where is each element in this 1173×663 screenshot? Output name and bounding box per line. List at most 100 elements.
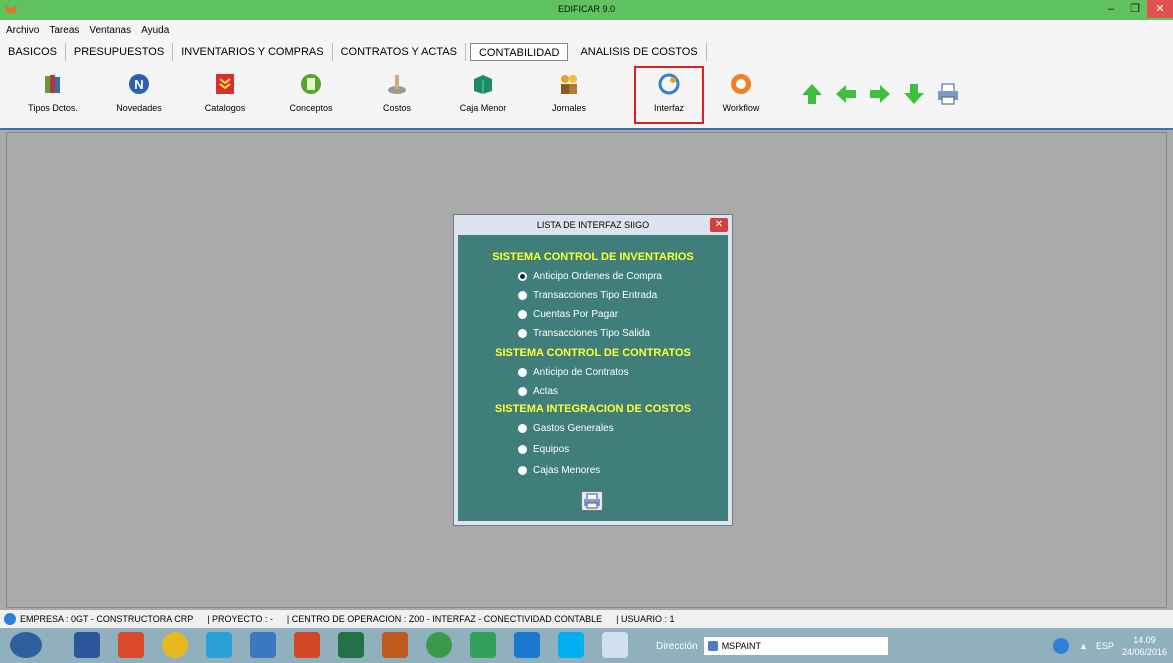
jornales-button[interactable]: Jornales	[534, 72, 604, 124]
arrow-right-icon[interactable]	[868, 82, 892, 106]
conceptos-label: Conceptos	[289, 103, 333, 113]
menu-ventanas[interactable]: Ventanas	[89, 25, 131, 36]
globe-icon	[4, 613, 16, 625]
language-indicator[interactable]: ESP	[1096, 641, 1114, 651]
radio-selected-icon	[518, 271, 527, 281]
workers-icon	[561, 75, 577, 94]
address-input[interactable]: MSPAINT	[703, 637, 888, 655]
workflow-button[interactable]: Workflow	[706, 72, 776, 124]
option-label: Cajas Menores	[533, 464, 601, 476]
caja-menor-button[interactable]: Caja Menor	[448, 72, 518, 124]
radio-icon	[518, 386, 527, 396]
interfaz-button[interactable]: Interfaz	[634, 66, 704, 124]
radio-icon	[518, 367, 527, 377]
tab-contabilidad[interactable]: CONTABILIDAD	[469, 43, 569, 61]
word-icon[interactable]	[74, 632, 100, 658]
caja-menor-label: Caja Menor	[459, 103, 507, 113]
teamviewer-icon[interactable]	[206, 632, 232, 658]
printer-icon	[584, 493, 600, 509]
paint-icon[interactable]	[602, 632, 628, 658]
tab-analisis-costos[interactable]: ANALISIS DE COSTOS	[572, 43, 707, 61]
address-label: Dirección	[656, 640, 698, 652]
radio-anticipo-contratos[interactable]: Anticipo de Contratos	[518, 365, 629, 379]
internet-explorer-icon[interactable]	[514, 632, 540, 658]
option-label: Anticipo Ordenes de Compra	[533, 270, 662, 282]
help-icon[interactable]	[1053, 637, 1070, 654]
option-label: Cuentas Por Pagar	[533, 308, 619, 320]
menu-ayuda[interactable]: Ayuda	[141, 25, 169, 36]
tab-inventarios-compras[interactable]: INVENTARIOS Y COMPRAS	[173, 43, 333, 61]
powerpoint-icon[interactable]	[294, 632, 320, 658]
tab-basicos[interactable]: BASICOS	[0, 43, 66, 61]
cash-box-icon	[474, 75, 492, 94]
workflow-icon	[731, 74, 751, 94]
status-bar: EMPRESA : 0GT - CONSTRUCTORA CRP | PROYE…	[0, 610, 1173, 628]
n-circle-icon: N	[129, 74, 149, 94]
notes-icon[interactable]	[250, 632, 276, 658]
radio-actas[interactable]: Actas	[518, 384, 558, 398]
section-costos-heading: SISTEMA INTEGRACION DE COSTOS	[494, 403, 692, 415]
dialog-close-button[interactable]: ✕	[710, 218, 728, 232]
status-centro: | CENTRO DE OPERACION : Z00 - INTERFAZ -…	[286, 614, 603, 624]
radio-anticipo-ordenes[interactable]: Anticipo Ordenes de Compra	[518, 269, 662, 283]
clock[interactable]: 14.09 24/06/2016	[1122, 634, 1167, 658]
arrow-left-icon[interactable]	[834, 82, 858, 106]
svg-text:N: N	[134, 77, 143, 92]
tipos-dctos-button[interactable]: Tipos Dctos.	[18, 72, 88, 124]
arrow-down-icon[interactable]	[902, 82, 926, 106]
app-taskbar-icon[interactable]	[118, 632, 144, 658]
concepts-icon	[301, 74, 321, 94]
novedades-label: Novedades	[116, 103, 162, 113]
option-label: Equipos	[533, 443, 570, 455]
catalogos-button[interactable]: Catalogos	[190, 72, 260, 124]
workflow-label: Workflow	[722, 103, 760, 113]
tab-presupuestos[interactable]: PRESUPUESTOS	[66, 43, 174, 61]
maximize-button[interactable]: ❐	[1123, 0, 1147, 18]
costs-icon	[388, 75, 406, 94]
status-usuario: | USUARIO : 1	[616, 614, 675, 624]
status-proyecto: | PROYECTO : -	[207, 614, 273, 624]
tab-contratos-actas[interactable]: CONTRATOS Y ACTAS	[333, 43, 466, 61]
menu-tareas[interactable]: Tareas	[49, 25, 79, 36]
radio-equipos[interactable]: Equipos	[518, 442, 569, 456]
publisher-icon[interactable]	[470, 632, 496, 658]
option-label: Actas	[533, 385, 559, 397]
start-button-icon[interactable]	[10, 632, 42, 658]
title-bar: EDIFICAR 9.0 – ❐ ✕	[0, 0, 1173, 20]
globe-app-icon[interactable]	[426, 632, 452, 658]
radio-cuentas-por-pagar[interactable]: Cuentas Por Pagar	[518, 307, 618, 321]
costos-label: Costos	[382, 103, 411, 113]
close-button[interactable]: ✕	[1147, 0, 1173, 18]
interfaz-label: Interfaz	[653, 103, 684, 113]
option-label: Gastos Generales	[533, 422, 614, 434]
minimize-button[interactable]: –	[1099, 0, 1123, 18]
printer-icon[interactable]	[936, 82, 960, 106]
radio-transacciones-salida[interactable]: Transacciones Tipo Salida	[518, 326, 650, 340]
section-contratos-heading: SISTEMA CONTROL DE CONTRATOS	[495, 347, 691, 359]
radio-transacciones-entrada[interactable]: Transacciones Tipo Entrada	[518, 288, 657, 302]
menu-archivo[interactable]: Archivo	[6, 25, 39, 36]
radio-icon	[518, 465, 527, 475]
novedades-button[interactable]: N Novedades	[104, 72, 174, 124]
option-label: Anticipo de Contratos	[533, 366, 629, 378]
costos-button[interactable]: Costos	[362, 72, 432, 124]
skype-icon[interactable]	[558, 632, 584, 658]
dialog-title: LISTA DE INTERFAZ SIIGO	[536, 220, 650, 230]
dialog-print-button[interactable]	[581, 491, 603, 511]
excel-icon[interactable]	[338, 632, 364, 658]
interface-icon	[658, 73, 680, 95]
radio-gastos-generales[interactable]: Gastos Generales	[518, 421, 614, 435]
chrome-icon[interactable]	[162, 632, 188, 658]
arrow-up-icon[interactable]	[800, 82, 824, 106]
section-inventarios-heading: SISTEMA CONTROL DE INVENTARIOS	[492, 251, 694, 263]
radio-icon	[518, 444, 527, 454]
option-label: Transacciones Tipo Salida	[533, 327, 650, 339]
network-icon[interactable]: ▲	[1079, 641, 1088, 651]
fox-app-icon[interactable]	[382, 632, 408, 658]
jornales-label: Jornales	[551, 103, 587, 113]
radio-icon	[518, 309, 527, 319]
conceptos-button[interactable]: Conceptos	[276, 72, 346, 124]
clock-time: 14.09	[1133, 634, 1156, 645]
interfaz-siigo-dialog: LISTA DE INTERFAZ SIIGO ✕ SISTEMA CONTRO…	[453, 214, 733, 526]
radio-cajas-menores[interactable]: Cajas Menores	[518, 463, 600, 477]
